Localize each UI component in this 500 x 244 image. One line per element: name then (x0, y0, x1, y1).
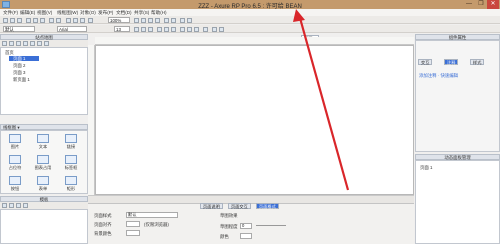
annotation-arrow (293, 9, 350, 191)
